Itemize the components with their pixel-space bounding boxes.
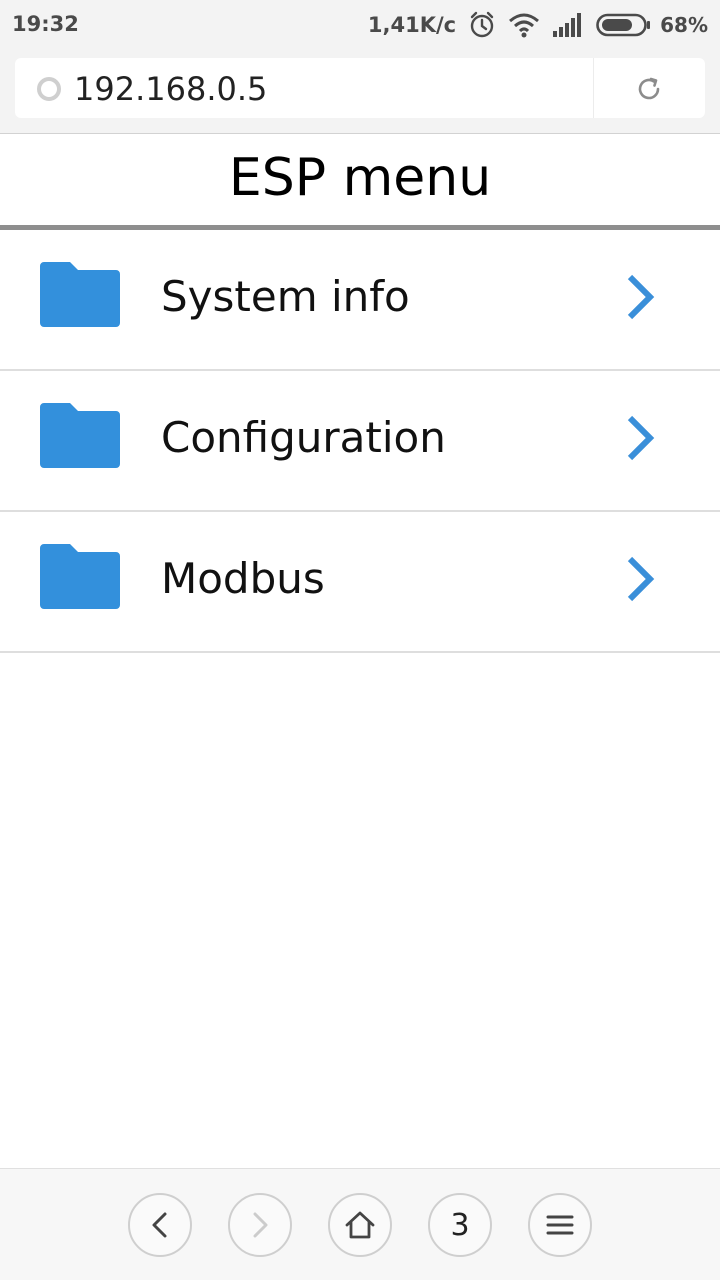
- menu-item-system-info[interactable]: System info: [0, 230, 720, 371]
- chevron-right-icon[interactable]: [620, 272, 660, 322]
- bottom-toolbar: 3: [0, 1168, 720, 1280]
- menu-item-configuration[interactable]: Configuration: [0, 371, 720, 512]
- battery-icon: [596, 13, 651, 37]
- alarm-icon: [470, 11, 494, 38]
- url-field[interactable]: 192.168.0.5: [15, 58, 705, 118]
- status-bar: 19:32 1,41K/c 68%: [0, 0, 720, 50]
- network-speed: 1,41K/c: [367, 13, 457, 37]
- menu-list: System info Configuration Modbus: [0, 230, 720, 653]
- folder-icon: [40, 403, 120, 468]
- chevron-right-icon[interactable]: [620, 413, 660, 463]
- tabs-count: 3: [450, 1207, 470, 1243]
- address-divider: [593, 58, 594, 118]
- back-icon: [152, 1212, 167, 1238]
- back-button[interactable]: [128, 1193, 192, 1257]
- chevron-right-icon[interactable]: [620, 554, 660, 604]
- reload-icon[interactable]: [634, 74, 664, 104]
- menu-item-label: Configuration: [161, 413, 446, 462]
- menu-button[interactable]: [528, 1193, 592, 1257]
- menu-item-modbus[interactable]: Modbus: [0, 512, 720, 653]
- status-indicators: 1,41K/c 68%: [368, 9, 708, 41]
- folder-icon: [40, 262, 120, 327]
- wifi-icon: [509, 13, 540, 38]
- url-text[interactable]: 192.168.0.5: [74, 70, 267, 108]
- tabs-button[interactable]: 3: [428, 1193, 492, 1257]
- menu-item-label: System info: [161, 272, 410, 321]
- folder-icon: [40, 544, 120, 609]
- menu-item-label: Modbus: [161, 554, 325, 603]
- status-time: 19:32: [12, 12, 79, 36]
- address-bar: 192.168.0.5: [0, 50, 720, 134]
- browser-window: 19:32 1,41K/c 68% 192.168.0.5 ESP menu S…: [0, 0, 720, 1280]
- home-icon: [345, 1211, 375, 1239]
- signal-icon: [553, 13, 582, 37]
- forward-icon: [253, 1212, 268, 1238]
- site-icon: [37, 77, 61, 101]
- page-title: ESP menu: [228, 148, 492, 208]
- forward-button[interactable]: [228, 1193, 292, 1257]
- battery-percent: 68%: [660, 13, 708, 37]
- menu-icon: [546, 1215, 574, 1235]
- home-button[interactable]: [328, 1193, 392, 1257]
